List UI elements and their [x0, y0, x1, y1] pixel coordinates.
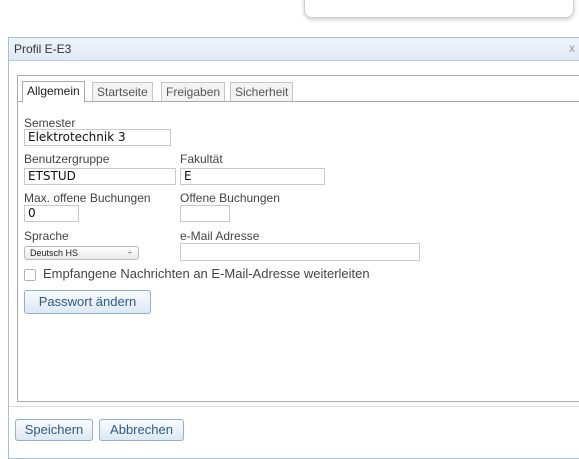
footer-divider	[9, 406, 579, 407]
faculty-field[interactable]: E	[180, 168, 325, 185]
save-button[interactable]: Speichern	[15, 419, 93, 441]
cancel-button[interactable]: Abbrechen	[99, 419, 184, 441]
faculty-label: Fakultät	[180, 152, 223, 166]
tab-panel: Allgemein Startseite Freigaben Sicherhei…	[17, 75, 579, 402]
open-bookings-field	[180, 205, 230, 222]
change-password-button[interactable]: Passwort ändern	[24, 290, 151, 314]
max-bookings-label: Max. offene Buchungen	[24, 191, 151, 205]
max-bookings-field[interactable]: 0	[24, 205, 79, 222]
group-field[interactable]: ETSTUD	[24, 168, 176, 185]
dialog-title: Profil E-E3	[14, 42, 72, 56]
tab-sicherheit[interactable]: Sicherheit	[230, 82, 294, 101]
email-label: e-Mail Adresse	[180, 229, 260, 243]
language-select[interactable]: Deutsch HS ÷	[24, 246, 139, 260]
tab-allgemein[interactable]: Allgemein	[22, 81, 85, 103]
email-field[interactable]	[180, 243, 420, 261]
tab-bar: Allgemein Startseite Freigaben Sicherhei…	[18, 76, 579, 103]
forward-label: Empfangene Nachrichten an E-Mail-Adresse…	[43, 266, 370, 281]
background-popup	[304, 0, 574, 18]
language-label: Sprache	[24, 229, 69, 243]
tab-freigaben[interactable]: Freigaben	[161, 82, 226, 101]
semester-label: Semester	[24, 116, 76, 130]
semester-field[interactable]: Elektrotechnik 3	[24, 129, 171, 146]
dialog-titlebar: Profil E-E3 x	[9, 38, 579, 61]
profile-dialog: Profil E-E3 x Allgemein Startseite Freig…	[8, 37, 579, 459]
group-label: Benutzergruppe	[24, 152, 110, 166]
open-bookings-label: Offene Buchungen	[180, 191, 280, 205]
language-select-value: Deutsch HS	[30, 248, 79, 258]
close-icon[interactable]: x	[569, 41, 575, 55]
tab-startseite[interactable]: Startseite	[92, 82, 153, 101]
select-arrow-icon: ÷	[127, 248, 132, 257]
forward-checkbox[interactable]	[24, 269, 36, 281]
